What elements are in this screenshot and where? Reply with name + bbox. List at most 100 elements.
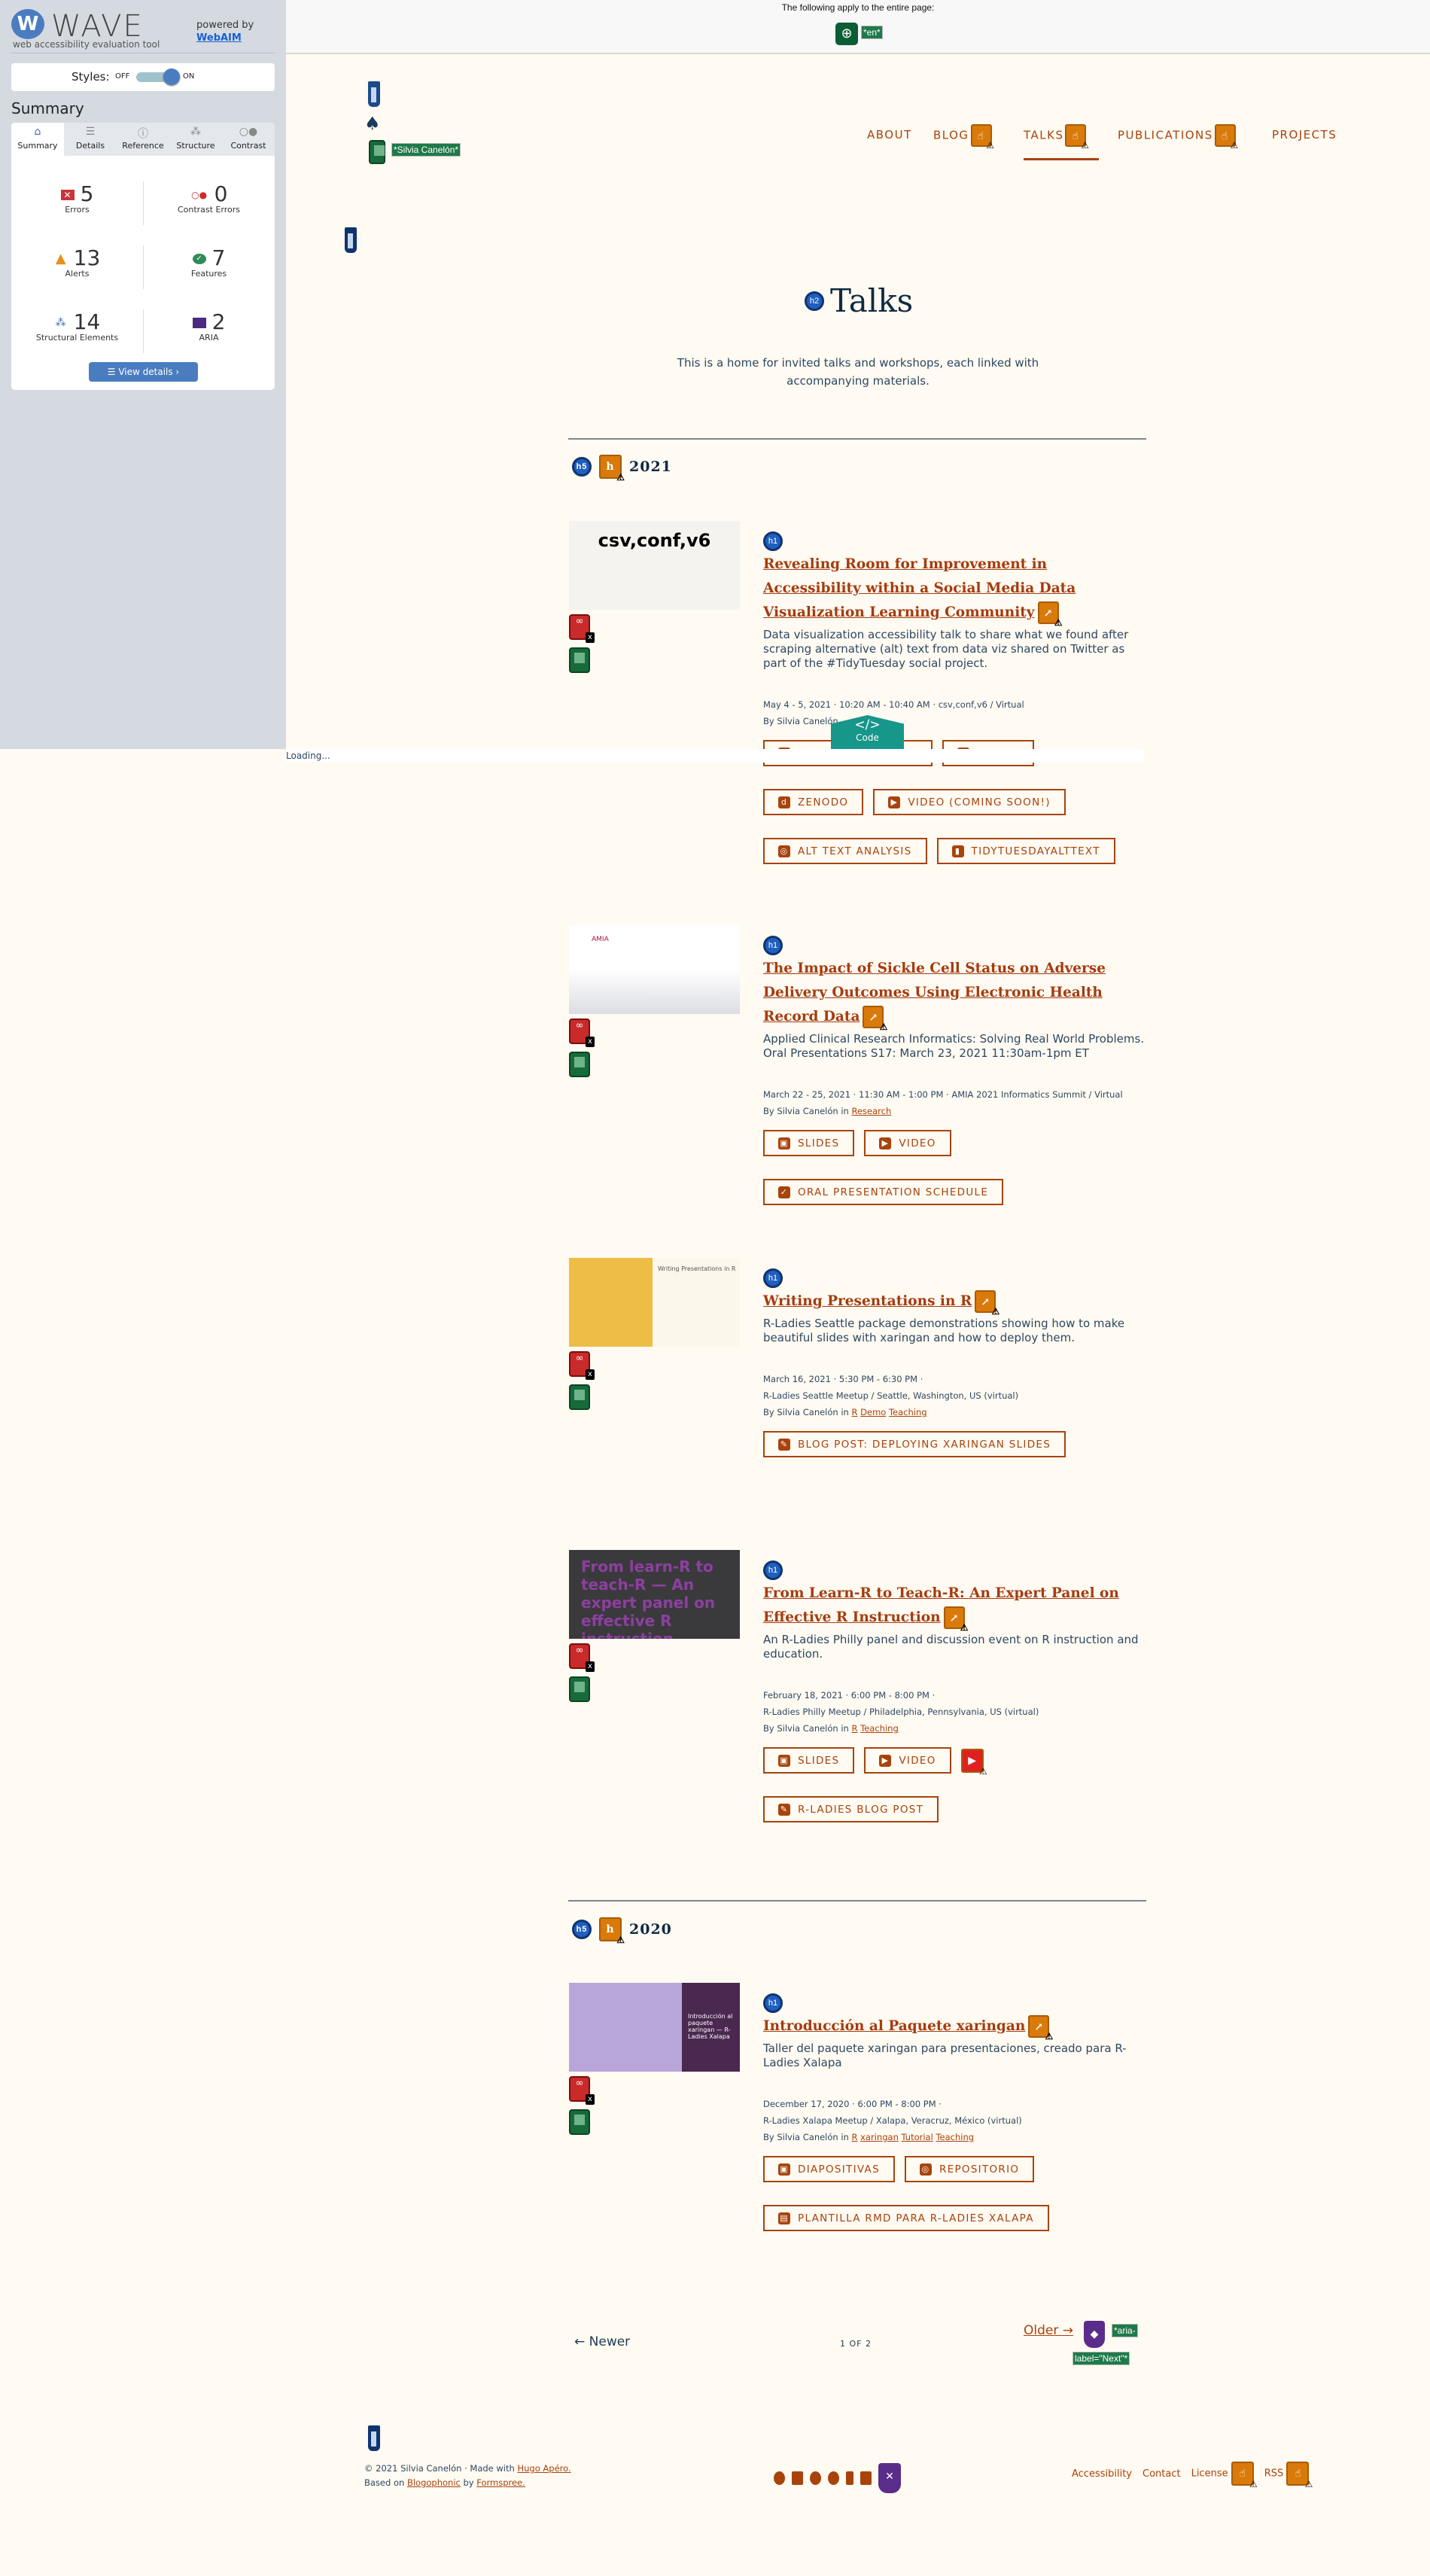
twitter-icon[interactable] bbox=[792, 2471, 803, 2485]
older-link[interactable]: Older → bbox=[1024, 2323, 1073, 2338]
talk-thumbnail[interactable]: Introducción al paquete xaringan — R-Lad… bbox=[569, 1983, 740, 2072]
h1-heading-icon[interactable]: h1 bbox=[763, 1561, 783, 1580]
aria-hidden-icon[interactable]: ✕ bbox=[878, 2463, 901, 2493]
tag-link[interactable]: Teaching bbox=[860, 1723, 899, 1734]
youtube-embed-alert-icon[interactable]: ▶ bbox=[960, 1748, 987, 1776]
talk-button[interactable]: ▶ VIDEO (COMING SOON!) bbox=[873, 789, 1066, 815]
image-alt-feature-icon[interactable] bbox=[569, 1384, 590, 1410]
tag-link[interactable]: Teaching bbox=[936, 2132, 974, 2142]
tag-link[interactable]: R bbox=[852, 2132, 858, 2142]
suspicious-link-alert-icon[interactable]: ↗ bbox=[1028, 2015, 1053, 2041]
stat-features[interactable]: ✓ 7 Features bbox=[143, 245, 275, 279]
tag-link[interactable]: R bbox=[852, 1407, 858, 1417]
redundant-link-alert-icon[interactable]: ☝ bbox=[1214, 124, 1240, 150]
tag-link[interactable]: Tutorial bbox=[902, 2132, 933, 2142]
nav-blog[interactable]: BLOG ☝ bbox=[933, 124, 996, 150]
talk-button[interactable]: ✎ BLOG POST: DEPLOYING XARINGAN SLIDES bbox=[763, 1431, 1066, 1457]
tag-link[interactable]: R bbox=[852, 1723, 858, 1734]
main-landmark-icon[interactable] bbox=[345, 227, 357, 253]
linked-image-missing-alt-error-icon[interactable]: ∞ bbox=[569, 1643, 595, 1672]
image-alt-feature-icon[interactable] bbox=[569, 2109, 590, 2135]
talk-button[interactable]: ▤ PLANTILLA RMD PARA R-LADIES XALAPA bbox=[763, 2205, 1049, 2231]
view-details-button[interactable]: ☰ View details › bbox=[89, 362, 198, 382]
stat-aria[interactable]: 2 ARIA bbox=[143, 309, 275, 343]
suspicious-link-alert-icon[interactable]: ↗ bbox=[1037, 601, 1063, 627]
suspicious-link-alert-icon[interactable]: ↗ bbox=[943, 1606, 969, 1632]
stat-structural[interactable]: ⁂ 14 Structural Elements bbox=[11, 309, 143, 343]
talk-thumbnail[interactable]: AMIA bbox=[569, 925, 740, 1014]
footer-landmark-icon[interactable] bbox=[368, 2425, 380, 2451]
talk-button[interactable]: ✓ ORAL PRESENTATION SCHEDULE bbox=[763, 1179, 1004, 1205]
nav-publications[interactable]: PUBLICATIONS ☝ bbox=[1118, 124, 1240, 150]
hugo-apero-link[interactable]: Hugo Apéro. bbox=[517, 2463, 570, 2474]
h1-heading-icon[interactable]: h1 bbox=[763, 1993, 783, 2013]
h2-heading-icon[interactable]: h2 bbox=[805, 291, 824, 311]
talk-button[interactable]: d ZENODO bbox=[763, 789, 864, 815]
talk-title-link[interactable]: The Impact of Sickle Cell Status on Adve… bbox=[763, 957, 1149, 1031]
google-scholar-icon[interactable] bbox=[846, 2471, 853, 2485]
header-landmark-icon[interactable] bbox=[368, 81, 380, 107]
webaim-link[interactable]: WebAIM bbox=[196, 32, 242, 44]
tag-link[interactable]: Demo bbox=[860, 1407, 886, 1417]
nav-projects[interactable]: PROJECTS bbox=[1272, 128, 1337, 142]
blogophonic-link[interactable]: Blogophonic bbox=[407, 2477, 461, 2488]
talk-title-link[interactable]: Introducción al Paquete xaringan ↗ bbox=[763, 2014, 1149, 2041]
suspicious-link-alert-icon[interactable]: ↗ bbox=[975, 1290, 999, 1316]
suspicious-link-alert-icon[interactable]: ↗ bbox=[863, 1006, 887, 1031]
image-alt-feature-icon[interactable] bbox=[569, 1676, 590, 1702]
tag-link[interactable]: Research bbox=[852, 1106, 892, 1116]
tab-summary[interactable]: ⌂ Summary bbox=[11, 123, 64, 156]
h1-heading-icon[interactable]: h1 bbox=[763, 936, 783, 955]
linked-image-missing-alt-error-icon[interactable]: ∞ bbox=[569, 2076, 595, 2105]
talk-thumbnail[interactable]: csv,conf,v6 bbox=[569, 521, 740, 610]
site-logo-tulip-icon[interactable]: ♠ bbox=[364, 113, 381, 134]
talk-title-link[interactable]: Revealing Room for Improvement in Access… bbox=[763, 553, 1149, 627]
nav-about[interactable]: ABOUT bbox=[867, 128, 912, 142]
talk-title-link[interactable]: Writing Presentations in R ↗ bbox=[763, 1290, 1149, 1316]
footer-link-contact[interactable]: Contact bbox=[1142, 2468, 1181, 2480]
talk-button[interactable]: ◎ REPOSITORIO bbox=[904, 2156, 1035, 2182]
image-alt-feature-icon[interactable] bbox=[569, 1052, 590, 1077]
skipped-heading-alert-icon[interactable]: h bbox=[599, 1917, 625, 1944]
nav-talks[interactable]: TALKS ☝ bbox=[1024, 124, 1090, 150]
github-icon[interactable] bbox=[810, 2471, 821, 2485]
redundant-link-alert-icon[interactable]: ☝ bbox=[1065, 124, 1090, 150]
tab-details[interactable]: ☰ Details bbox=[64, 123, 117, 156]
skipped-heading-alert-icon[interactable]: h bbox=[599, 455, 625, 482]
image-alt-feature-icon[interactable] bbox=[569, 647, 590, 673]
talk-title-link[interactable]: From Learn-R to Teach-R: An Expert Panel… bbox=[763, 1582, 1149, 1632]
talk-thumbnail[interactable]: From learn-R to teach-R — An expert pane… bbox=[569, 1550, 740, 1639]
orcid-icon[interactable] bbox=[828, 2471, 839, 2485]
linked-image-missing-alt-error-icon[interactable]: ∞ bbox=[569, 614, 595, 643]
redundant-link-alert-icon[interactable]: ☝ bbox=[970, 124, 996, 150]
talk-button[interactable]: ◎ ALT TEXT ANALYSIS bbox=[763, 838, 927, 864]
newer-link[interactable]: ← Newer bbox=[574, 2334, 630, 2349]
tab-structure[interactable]: ⁂ Structure bbox=[169, 123, 222, 156]
tab-contrast[interactable]: ○● Contrast bbox=[222, 123, 275, 156]
tab-reference[interactable]: ⓘ Reference bbox=[117, 123, 169, 156]
h1-heading-icon[interactable]: h1 bbox=[763, 531, 783, 551]
linked-image-feature-icon[interactable] bbox=[369, 140, 385, 164]
linked-image-missing-alt-error-icon[interactable]: ∞ bbox=[569, 1351, 595, 1380]
styles-toggle-knob[interactable] bbox=[163, 69, 180, 85]
linked-image-missing-alt-error-icon[interactable]: ∞ bbox=[569, 1019, 595, 1047]
stat-alerts[interactable]: ▲ 13 Alerts bbox=[11, 245, 143, 279]
linkedin-icon[interactable] bbox=[860, 2471, 872, 2485]
redundant-link-alert-icon[interactable]: ☝ bbox=[1286, 2462, 1313, 2489]
h5-heading-icon[interactable]: h5 bbox=[572, 457, 592, 477]
h1-heading-icon[interactable]: h1 bbox=[763, 1268, 783, 1288]
language-globe-icon[interactable]: ⊕ bbox=[835, 23, 858, 45]
tag-link[interactable]: xaringan bbox=[860, 2132, 899, 2142]
stat-errors[interactable]: ✕ 5 Errors bbox=[11, 181, 143, 215]
formspree-link[interactable]: Formspree. bbox=[476, 2477, 525, 2488]
stat-contrast-errors[interactable]: ○● 0 Contrast Errors bbox=[143, 181, 275, 215]
talk-thumbnail[interactable]: Writing Presentations in R bbox=[569, 1258, 740, 1347]
footer-link-accessibility[interactable]: Accessibility bbox=[1072, 2468, 1132, 2480]
redundant-link-alert-icon[interactable]: ☝ bbox=[1231, 2462, 1258, 2489]
accessibility-icon[interactable] bbox=[774, 2471, 785, 2485]
talk-button[interactable]: ▶ VIDEO bbox=[864, 1747, 951, 1774]
footer-link-rss[interactable]: RSS ☝ bbox=[1264, 2462, 1313, 2489]
talk-button[interactable]: ▮ TIDYTUESDAYALTTEXT bbox=[936, 838, 1115, 864]
talk-button[interactable]: ▣ SLIDES bbox=[763, 1130, 855, 1156]
talk-button[interactable]: ✎ R-LADIES BLOG POST bbox=[763, 1796, 939, 1822]
